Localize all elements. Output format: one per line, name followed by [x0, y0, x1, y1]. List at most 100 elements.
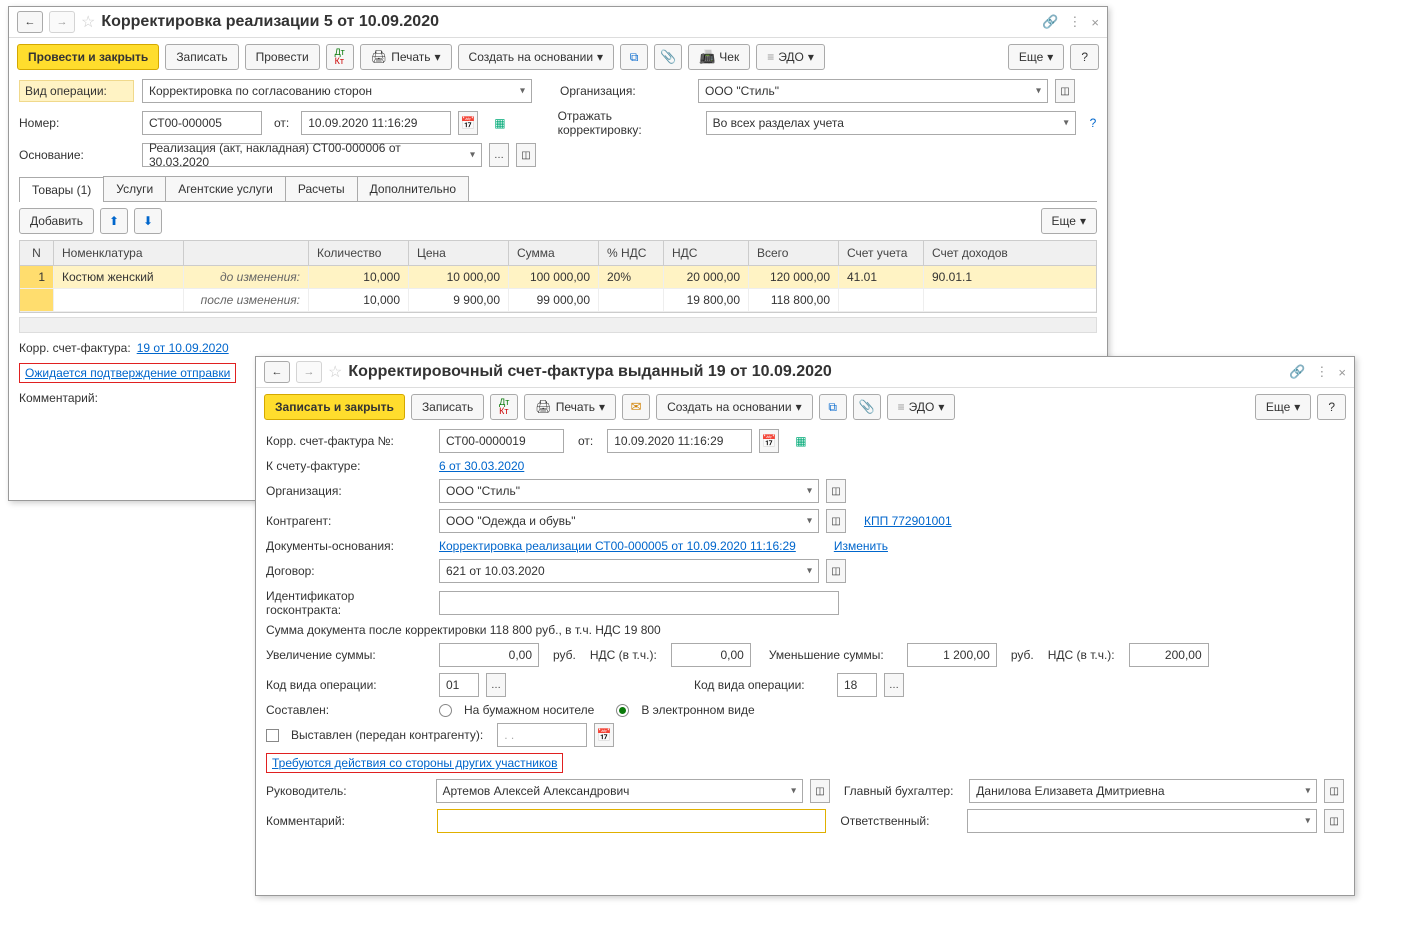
post-button[interactable]: Провести [245, 44, 320, 70]
menu-icon[interactable]: ⋮ [1068, 14, 1081, 30]
print-button[interactable]: 🖨Печать▾ [360, 44, 452, 70]
contract-select[interactable]: 621 от 10.03.2020 [439, 559, 819, 583]
tab-more-button[interactable]: Еще▾ [1041, 208, 1097, 234]
op-type-select[interactable]: Корректировка по согласованию сторон [142, 79, 532, 103]
print-button[interactable]: 🖨Печать▾ [524, 394, 616, 420]
star-icon[interactable]: ☆ [81, 12, 95, 32]
date-input[interactable]: 10.09.2020 11:16:29 [607, 429, 752, 453]
acc-open-button[interactable]: ◫ [1324, 779, 1344, 803]
contr-open-button[interactable]: ◫ [826, 509, 846, 533]
post-close-button[interactable]: Провести и закрыть [17, 44, 159, 70]
close-icon[interactable]: × [1338, 365, 1346, 380]
mail-button[interactable]: ✉ [622, 394, 650, 420]
link-icon[interactable]: 🔗 [1289, 364, 1305, 380]
calendar-button[interactable]: 📅 [458, 111, 478, 135]
write-close-button[interactable]: Записать и закрыть [264, 394, 405, 420]
health-icon[interactable]: ▦ [494, 116, 505, 130]
head-open-button[interactable]: ◫ [810, 779, 830, 803]
ksf-no-input[interactable]: СТ00-0000019 [439, 429, 564, 453]
write-button[interactable]: Записать [411, 394, 484, 420]
move-down-button[interactable]: ⬇ [134, 208, 162, 234]
gos-input[interactable] [439, 591, 839, 615]
resp-open-button[interactable]: ◫ [1324, 809, 1344, 833]
contr-select[interactable]: ООО "Одежда и обувь" [439, 509, 819, 533]
tab-additional[interactable]: Дополнительно [357, 176, 469, 201]
forward-button[interactable]: → [49, 11, 75, 33]
basis-open-button[interactable]: ◫ [516, 143, 536, 167]
kpp-link[interactable]: КПП 772901001 [864, 514, 952, 528]
head-select[interactable]: Артемов Алексей Александрович [436, 779, 804, 803]
to-sf-link[interactable]: 6 от 30.03.2020 [439, 459, 524, 473]
edo-button[interactable]: ≡ЭДО▾ [887, 394, 956, 420]
contract-open-button[interactable]: ◫ [826, 559, 846, 583]
add-button[interactable]: Добавить [19, 208, 94, 234]
op-code-input2[interactable]: 18 [837, 673, 877, 697]
tab-goods[interactable]: Товары (1) [19, 177, 104, 202]
radio-paper[interactable] [439, 704, 452, 717]
question-icon[interactable]: ? [1090, 116, 1097, 130]
resp-select[interactable] [967, 809, 1317, 833]
issued-label: Выставлен (передан контрагенту): [291, 728, 483, 742]
org-select[interactable]: ООО "Стиль" [698, 79, 1048, 103]
korr-sf-link[interactable]: 19 от 10.09.2020 [137, 341, 229, 355]
op-code-input1[interactable]: 01 [439, 673, 479, 697]
status-link[interactable]: Ожидается подтверждение отправки [25, 366, 230, 380]
star-icon[interactable]: ☆ [328, 362, 342, 382]
radio-electronic[interactable] [616, 704, 629, 717]
check-button[interactable]: 📠Чек [688, 44, 750, 70]
acc-select[interactable]: Данилова Елизавета Дмитриевна [969, 779, 1317, 803]
number-input[interactable]: СТ00-000005 [142, 111, 262, 135]
move-up-button[interactable]: ⬆ [100, 208, 128, 234]
basis-choose-button[interactable]: … [489, 143, 509, 167]
reflect-select[interactable]: Во всех разделах учета [706, 111, 1076, 135]
date-input[interactable]: 10.09.2020 11:16:29 [301, 111, 451, 135]
structure-button[interactable]: ⧉ [819, 394, 847, 420]
help-button[interactable]: ? [1317, 394, 1346, 420]
issued-calendar-button[interactable]: 📅 [594, 723, 614, 747]
docbase-link[interactable]: Корректировка реализации СТ00-000005 от … [439, 539, 796, 553]
org-open-button[interactable]: ◫ [826, 479, 846, 503]
attach-button[interactable]: 📎 [654, 44, 682, 70]
op-code-choose1[interactable]: … [486, 673, 506, 697]
more-button[interactable]: Еще▾ [1008, 44, 1064, 70]
health-icon[interactable]: ▦ [795, 434, 806, 448]
menu-icon[interactable]: ⋮ [1315, 364, 1328, 380]
forward-button[interactable]: → [296, 361, 322, 383]
structure-button[interactable]: ⧉ [620, 44, 648, 70]
calendar-button[interactable]: 📅 [759, 429, 779, 453]
back-button[interactable]: ← [264, 361, 290, 383]
issued-checkbox[interactable] [266, 729, 279, 742]
link-icon[interactable]: 🔗 [1042, 14, 1058, 30]
cell-n: 1 [20, 266, 54, 288]
inc-input[interactable]: 0,00 [439, 643, 539, 667]
back-button[interactable]: ← [17, 11, 43, 33]
help-button[interactable]: ? [1070, 44, 1099, 70]
dtkt-button[interactable]: ДтКт [490, 394, 518, 420]
dec-vat-input[interactable]: 200,00 [1129, 643, 1209, 667]
table-row-after[interactable]: после изменения: 10,000 9 900,00 99 000,… [20, 289, 1096, 312]
comment-input[interactable] [437, 809, 827, 833]
table-scrollbar[interactable] [19, 317, 1097, 333]
status-link[interactable]: Требуются действия со стороны других уча… [272, 756, 557, 770]
sum-text: Сумма документа после корректировки 118 … [266, 623, 661, 637]
inc-vat-input[interactable]: 0,00 [671, 643, 751, 667]
dec-input[interactable]: 1 200,00 [907, 643, 997, 667]
create-based-button[interactable]: Создать на основании▾ [458, 44, 615, 70]
edo-button[interactable]: ≡ЭДО▾ [756, 44, 825, 70]
org-select[interactable]: ООО "Стиль" [439, 479, 819, 503]
org-open-button[interactable]: ◫ [1055, 79, 1075, 103]
more-button[interactable]: Еще▾ [1255, 394, 1311, 420]
dtkt-button[interactable]: ДтКт [326, 44, 354, 70]
attach-button[interactable]: 📎 [853, 394, 881, 420]
change-link[interactable]: Изменить [834, 539, 888, 553]
tab-payments[interactable]: Расчеты [285, 176, 358, 201]
table-row-before[interactable]: 1 Костюм женский до изменения: 10,000 10… [20, 266, 1096, 289]
create-based-button[interactable]: Создать на основании▾ [656, 394, 813, 420]
op-code-choose2[interactable]: … [884, 673, 904, 697]
basis-select[interactable]: Реализация (акт, накладная) СТ00-000006 … [142, 143, 482, 167]
write-button[interactable]: Записать [165, 44, 238, 70]
tab-agent-services[interactable]: Агентские услуги [165, 176, 286, 201]
close-icon[interactable]: × [1091, 15, 1099, 30]
issued-date-input[interactable]: . . [497, 723, 587, 747]
tab-services[interactable]: Услуги [103, 176, 166, 201]
